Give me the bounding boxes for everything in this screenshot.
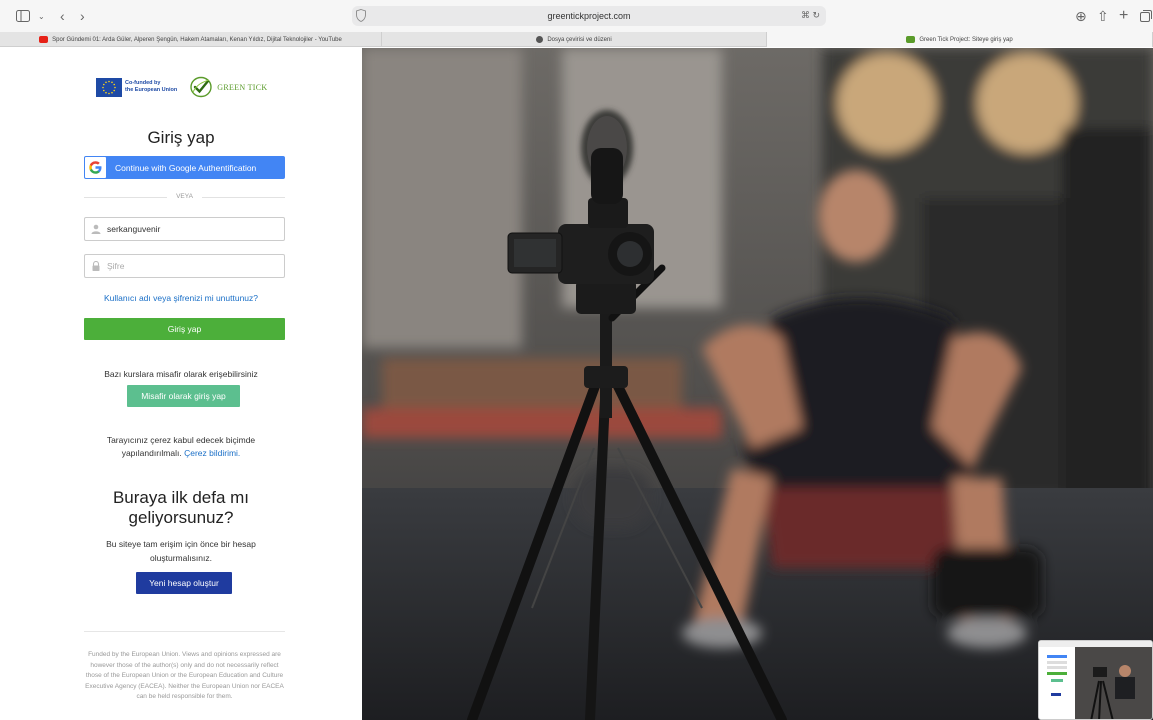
back-icon[interactable]: ‹: [60, 7, 65, 25]
shield-icon: [356, 9, 366, 22]
green-tick-text: GREEN TICK: [217, 82, 268, 92]
screen-recording-thumbnail[interactable]: [1038, 640, 1153, 720]
hero-image: [362, 48, 1153, 720]
cookie-notice: Tarayıcınız çerez kabul edecek biçimde y…: [0, 434, 362, 460]
tab-label: Green Tick Project: Siteye giriş yap: [919, 36, 1013, 43]
sidebar-icon[interactable]: [16, 7, 30, 25]
cookie-line-2: yapılandırılmalı. Çerez bildirimi.: [0, 447, 362, 460]
tab-overview-icon[interactable]: [1140, 7, 1152, 25]
guest-access-text: Bazı kurslara misafir olarak erişebilirs…: [104, 369, 258, 379]
browser-toolbar: ⌄ ‹ › greentickproject.com ⌘ ↻ ⊕ ⇧ +: [0, 0, 1153, 32]
divider-text: VEYA: [176, 193, 193, 200]
chevron-down-icon[interactable]: ⌄: [38, 7, 45, 25]
signup-desc-line-1: Bu siteye tam erişim için önce bir hesap: [106, 539, 256, 549]
lock-icon: [92, 261, 100, 271]
tab-green-tick[interactable]: Green Tick Project: Siteye giriş yap: [767, 32, 1153, 47]
new-tab-icon[interactable]: +: [1119, 7, 1128, 25]
google-login-button[interactable]: Continue with Google Authentification: [84, 156, 285, 179]
address-text: greentickproject.com: [547, 11, 631, 21]
user-icon: [91, 224, 101, 234]
cookie-line-2-text: yapılandırılmalı.: [121, 448, 182, 458]
google-login-label: Continue with Google Authentification: [115, 162, 257, 173]
google-icon: [85, 157, 106, 178]
tab-translation[interactable]: Dosya çevirisi ve düzeni: [382, 32, 767, 47]
eu-line-2: the European Union: [125, 87, 178, 93]
signup-desc-line-2: oluşturmalısınız.: [150, 553, 212, 563]
address-bar[interactable]: greentickproject.com ⌘ ↻: [352, 6, 826, 26]
green-tick-logo-icon: [190, 76, 212, 98]
youtube-icon: [39, 36, 49, 43]
globe-icon: [536, 36, 544, 43]
guest-login-button[interactable]: Misafir olarak giriş yap: [127, 385, 240, 407]
signup-title-line-1: Buraya ilk defa mı: [112, 488, 250, 507]
cookie-line-1: Tarayıcınız çerez kabul edecek biçimde: [106, 435, 256, 445]
translate-icon[interactable]: ⌘: [801, 10, 810, 20]
logo-row: Co-funded by the European Union GREEN TI…: [96, 76, 267, 98]
green-tick-icon: [906, 36, 916, 43]
or-divider: VEYA: [84, 193, 285, 200]
username-value: serkanguvenir: [107, 224, 161, 234]
login-title: Giriş yap: [147, 128, 215, 147]
signup-description: Bu siteye tam erişim için önce bir hesap…: [0, 537, 362, 565]
eu-line-1: Co-funded by: [125, 80, 161, 86]
signup-title: Buraya ilk defa mı geliyorsunuz?: [0, 488, 362, 528]
eu-flag-icon: [96, 77, 122, 97]
cookie-notice-link[interactable]: Çerez bildirimi.: [184, 448, 240, 458]
eu-disclaimer: Funded by the European Union. Views and …: [85, 651, 284, 700]
share-icon[interactable]: ⇧: [1097, 7, 1109, 25]
footer-divider: [84, 631, 285, 632]
create-account-button[interactable]: Yeni hesap oluştur: [136, 572, 232, 594]
login-button[interactable]: Giriş yap: [84, 318, 285, 340]
eu-cofunded-text: Co-funded by the European Union: [125, 80, 177, 94]
forward-icon[interactable]: ›: [80, 7, 85, 25]
signup-title-line-2: geliyorsunuz?: [128, 508, 234, 527]
reload-icon[interactable]: ↻: [812, 10, 820, 20]
login-panel: Co-funded by the European Union GREEN TI…: [0, 48, 362, 720]
password-input[interactable]: [107, 261, 277, 271]
tab-youtube[interactable]: Spor Gündemi 01: Arda Güler, Alperen Şen…: [0, 32, 382, 47]
forgot-password-link[interactable]: Kullanıcı adı veya şifrenizi mi unuttunu…: [0, 293, 362, 303]
tab-label: Spor Gündemi 01: Arda Güler, Alperen Şen…: [52, 36, 342, 43]
username-field[interactable]: serkanguvenir: [84, 217, 285, 241]
download-icon[interactable]: ⊕: [1075, 7, 1087, 25]
password-field[interactable]: [84, 254, 285, 278]
tab-label: Dosya çevirisi ve düzeni: [547, 36, 612, 43]
tab-bar: Spor Gündemi 01: Arda Güler, Alperen Şen…: [0, 32, 1153, 47]
